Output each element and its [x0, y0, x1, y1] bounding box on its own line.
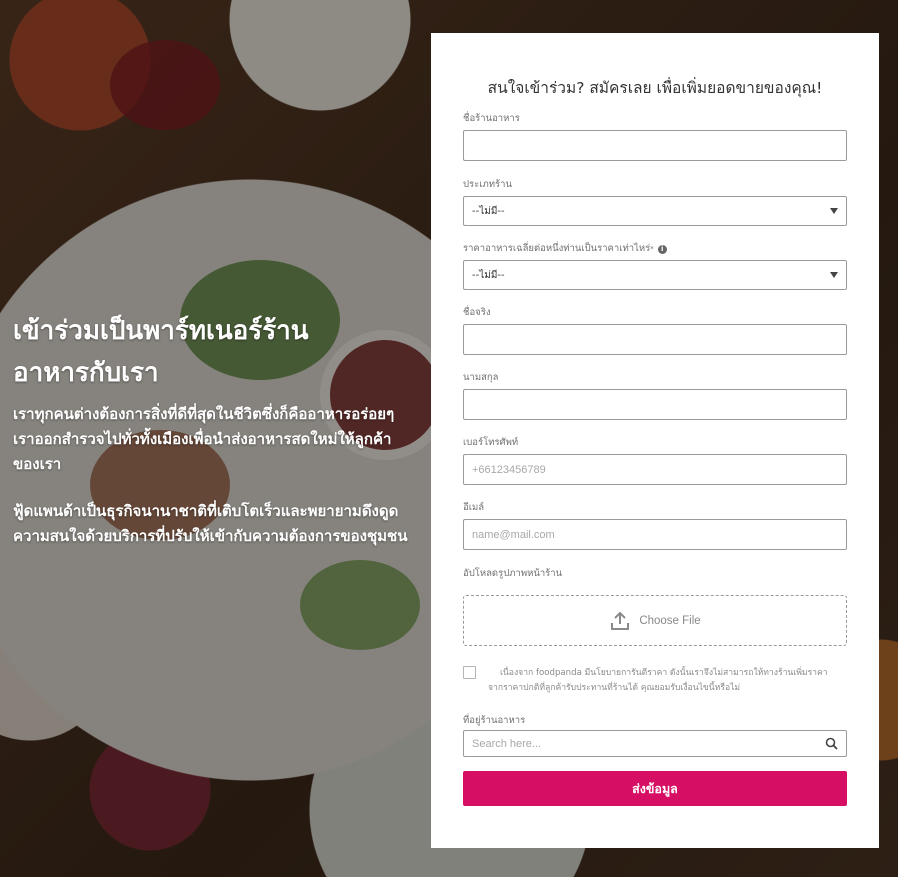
email-label: อีเมล์ — [463, 502, 485, 513]
last-name-field: นามสกุล — [463, 371, 847, 436]
form-title: สนใจเข้าร่วม? สมัครเลย เพื่อเพิ่มยอดขายข… — [487, 79, 823, 97]
avg-price-select[interactable]: --ไม่มี-- — [463, 260, 847, 290]
choose-file-button[interactable]: Choose File — [463, 595, 847, 646]
submit-button[interactable]: ส่งข้อมูล — [463, 771, 847, 806]
search-icon[interactable] — [825, 737, 838, 750]
avg-price-label: ราคาอาหารเฉลี่ยต่อหนึ่งท่านเป็นราคาเท่าไ… — [463, 243, 651, 254]
address-field: ที่อยู่ร้านอาหาร — [463, 714, 847, 771]
last-name-label: นามสกุล — [463, 372, 499, 383]
upload-icon — [611, 611, 630, 630]
consent-checkbox[interactable] — [463, 666, 476, 679]
hero-paragraph: ฟู้ดแพนด้าเป็นธุรกิจนานาชาติที่เติบโตเร็… — [13, 502, 408, 545]
choose-file-label: Choose File — [639, 614, 701, 627]
last-name-input[interactable] — [463, 389, 847, 420]
upload-field: อัปโหลดรูปภาพหน้าร้าน Choose File — [463, 567, 847, 664]
avg-price-label-row: ราคาอาหารเฉลี่ยต่อหนึ่งท่านเป็นราคาเท่าไ… — [463, 242, 847, 256]
restaurant-name-label: ชื่อร้านอาหาร — [463, 113, 520, 124]
address-label: ที่อยู่ร้านอาหาร — [463, 715, 526, 726]
restaurant-type-select[interactable]: --ไม่มี-- — [463, 196, 847, 226]
hero-section: เข้าร่วมเป็นพาร์ทเนอร์ร้านอาหารกับเรา เร… — [13, 310, 413, 571]
first-name-field: ชื่อจริง — [463, 306, 847, 371]
dropdown-caret-icon — [830, 208, 838, 214]
restaurant-type-label: ประเภทร้าน — [463, 179, 512, 190]
info-icon[interactable]: i — [657, 244, 667, 254]
phone-field: เบอร์โทรศัพท์ — [463, 436, 847, 501]
partner-signup-form: สนใจเข้าร่วม? สมัครเลย เพื่อเพิ่มยอดขายข… — [431, 33, 879, 848]
restaurant-name-input[interactable] — [463, 130, 847, 161]
email-field: อีเมล์ — [463, 501, 847, 567]
first-name-input[interactable] — [463, 324, 847, 355]
phone-input[interactable] — [463, 454, 847, 485]
consent-text-line: จากราคาปกติที่ลูกค้ารับประทานที่ร้านได้ … — [488, 683, 741, 693]
required-mark: * — [650, 245, 654, 253]
avg-price-selected: --ไม่มี-- — [472, 269, 505, 281]
hero-paragraph: เราทุกคนต่างต้องการสิ่งที่ดีที่สุดในชีวิ… — [13, 405, 395, 473]
dropdown-caret-icon — [830, 272, 838, 278]
address-search-box — [463, 730, 847, 757]
email-input[interactable] — [463, 519, 847, 550]
address-search-input[interactable] — [472, 737, 825, 750]
upload-label: อัปโหลดรูปภาพหน้าร้าน — [463, 568, 563, 579]
restaurant-type-field: ประเภทร้าน --ไม่มี-- — [463, 178, 847, 242]
price-guarantee-consent: เนื่องจาก foodpanda มีนโยบายการันตีราคา … — [463, 666, 847, 714]
avg-price-field: ราคาอาหารเฉลี่ยต่อหนึ่งท่านเป็นราคาเท่าไ… — [463, 242, 847, 306]
first-name-label: ชื่อจริง — [463, 307, 491, 318]
consent-text-line: เนื่องจาก foodpanda มีนโยบายการันตีราคา … — [500, 668, 828, 678]
consent-text: เนื่องจาก foodpanda มีนโยบายการันตีราคา … — [488, 666, 828, 696]
phone-label: เบอร์โทรศัพท์ — [463, 437, 519, 448]
restaurant-type-selected: --ไม่มี-- — [472, 205, 505, 217]
hero-title: เข้าร่วมเป็นพาร์ทเนอร์ร้านอาหารกับเรา — [13, 316, 309, 388]
restaurant-name-field: ชื่อร้านอาหาร — [463, 112, 847, 176]
